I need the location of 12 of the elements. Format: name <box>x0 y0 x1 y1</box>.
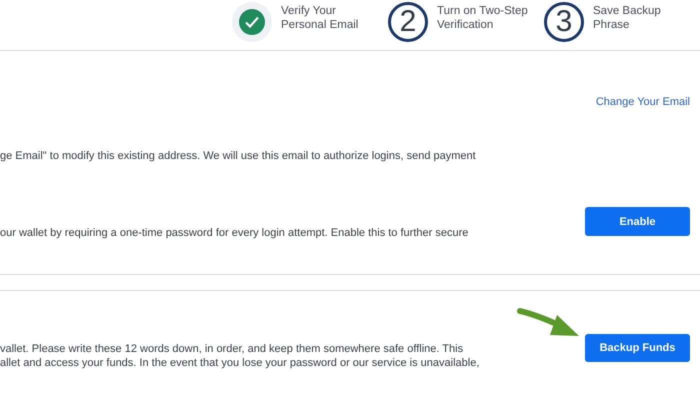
step-label: Save Backup Phrase <box>593 4 661 32</box>
action-button[interactable]: Backup Funds <box>585 334 690 362</box>
description-text: vallet. Please write these 12 words down, in order, and keep them somewhere safe offline. This allet and access your funds. In the event that you lose your password or our service is unavailable, <box>0 342 480 370</box>
action-button[interactable]: Enable <box>585 207 690 236</box>
step-label: Verify Your Personal Email <box>281 4 358 32</box>
description-text: ge Email" to modify this existing address. We will use this email to authorize logins, send payment <box>0 149 476 163</box>
change-email-link[interactable]: Change Your Email <box>596 96 690 108</box>
description-text: our wallet by requiring a one-time password for every login attempt. Enable this to further secure <box>0 226 468 240</box>
check-icon <box>239 9 265 35</box>
step-label: Turn on Two-Step Verification <box>437 4 528 32</box>
step-number-circle: 2 <box>388 2 428 42</box>
step-number-circle: 3 <box>544 2 584 42</box>
